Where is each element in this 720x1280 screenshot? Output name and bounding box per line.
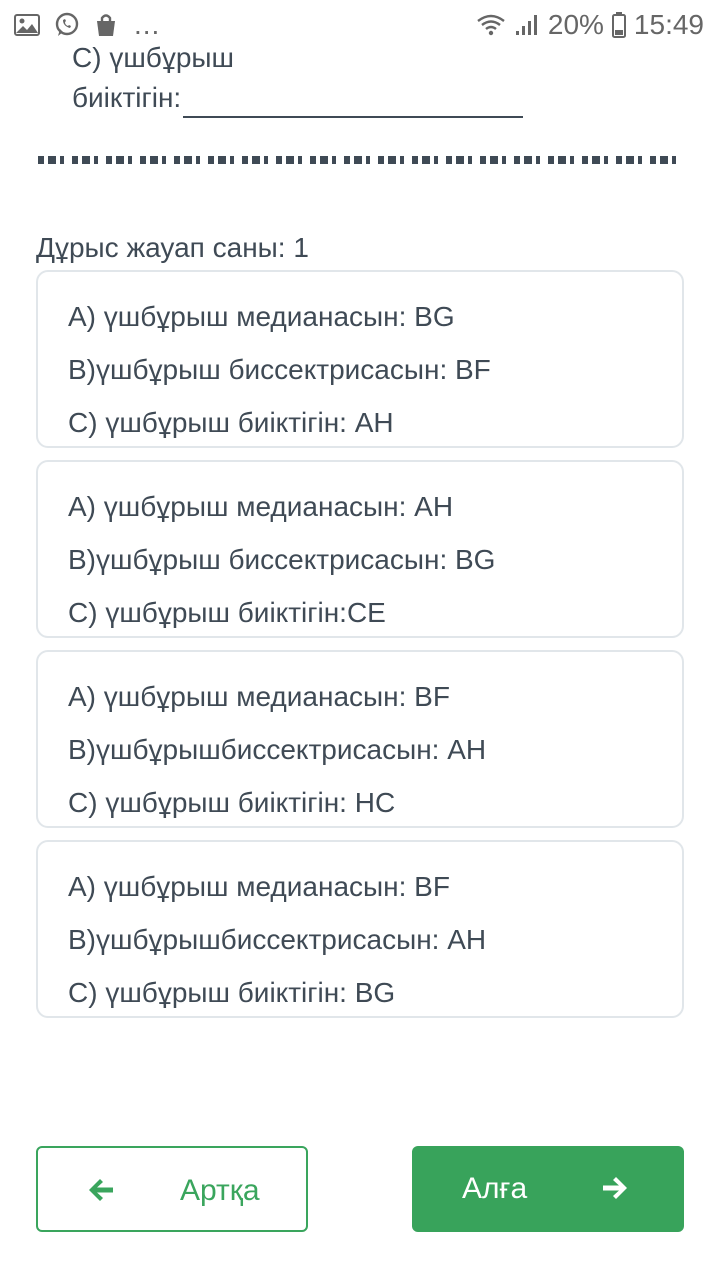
option-line-c: C) үшбұрыш биіктігін: AH bbox=[68, 407, 394, 438]
battery-icon bbox=[611, 12, 626, 38]
next-button-label: Алға bbox=[462, 1172, 528, 1205]
option-line-a: A) үшбұрыш медианасын: BF bbox=[68, 871, 450, 902]
signal-icon bbox=[514, 13, 540, 37]
back-button[interactable]: Артқа bbox=[36, 1146, 308, 1232]
wifi-icon bbox=[476, 13, 506, 37]
clock: 15:49 bbox=[633, 9, 704, 40]
question-text: C) үшбұрыш биіктігін: bbox=[72, 38, 672, 118]
correct-answer-count: Дұрыс жауап саны: 1 bbox=[36, 232, 309, 263]
option-line-b: B)үшбұрыш биссектрисасын: BG bbox=[68, 544, 496, 575]
dashed-separator bbox=[38, 156, 682, 164]
whatsapp-icon bbox=[54, 12, 80, 38]
answer-option-1[interactable]: A) үшбұрыш медианасын: BG B)үшбұрыш бисс… bbox=[36, 270, 684, 448]
question-line-c: C) үшбұрыш bbox=[72, 42, 234, 73]
option-line-a: A) үшбұрыш медианасын: BG bbox=[68, 301, 455, 332]
answer-option-2[interactable]: A) үшбұрыш медианасын: AH B)үшбұрыш бисс… bbox=[36, 460, 684, 638]
status-bar-left: ... bbox=[0, 9, 160, 41]
back-button-label: Артқа bbox=[180, 1174, 260, 1207]
answer-option-3[interactable]: A) үшбұрыш медианасын: BF B)үшбұрышбиссе… bbox=[36, 650, 684, 828]
question-line-label: биіктігін: bbox=[72, 82, 182, 113]
shopping-bag-icon bbox=[94, 12, 118, 38]
image-icon bbox=[14, 14, 40, 36]
answer-option-4[interactable]: A) үшбұрыш медианасын: BF B)үшбұрышбиссе… bbox=[36, 840, 684, 1018]
arrow-right-icon bbox=[600, 1173, 630, 1208]
next-button[interactable]: Алға bbox=[412, 1146, 684, 1232]
status-bar-right: 20% 15:49 bbox=[476, 9, 720, 41]
option-line-c: C) үшбұрыш биіктігін:CE bbox=[68, 597, 386, 628]
option-line-b: B)үшбұрышбиссектрисасын: AH bbox=[68, 734, 487, 765]
answer-blank-line bbox=[183, 86, 524, 118]
option-line-c: C) үшбұрыш биіктігін: HC bbox=[68, 787, 396, 818]
option-line-a: A) үшбұрыш медианасын: AH bbox=[68, 491, 454, 522]
more-notifications-indicator: ... bbox=[134, 9, 161, 40]
answer-options: A) үшбұрыш медианасын: BG B)үшбұрыш бисс… bbox=[36, 270, 684, 1030]
option-line-b: B)үшбұрышбиссектрисасын: AH bbox=[68, 924, 487, 955]
battery-percent: 20% bbox=[547, 9, 604, 40]
option-line-b: B)үшбұрыш биссектрисасын: BF bbox=[68, 354, 491, 385]
question-line-blank: биіктігін: bbox=[72, 78, 672, 118]
option-line-a: A) үшбұрыш медианасын: BF bbox=[68, 681, 450, 712]
option-line-c: C) үшбұрыш биіктігін: BG bbox=[68, 977, 396, 1008]
navigation-bar: Артқа Алға bbox=[36, 1146, 684, 1232]
arrow-left-icon bbox=[86, 1175, 116, 1210]
